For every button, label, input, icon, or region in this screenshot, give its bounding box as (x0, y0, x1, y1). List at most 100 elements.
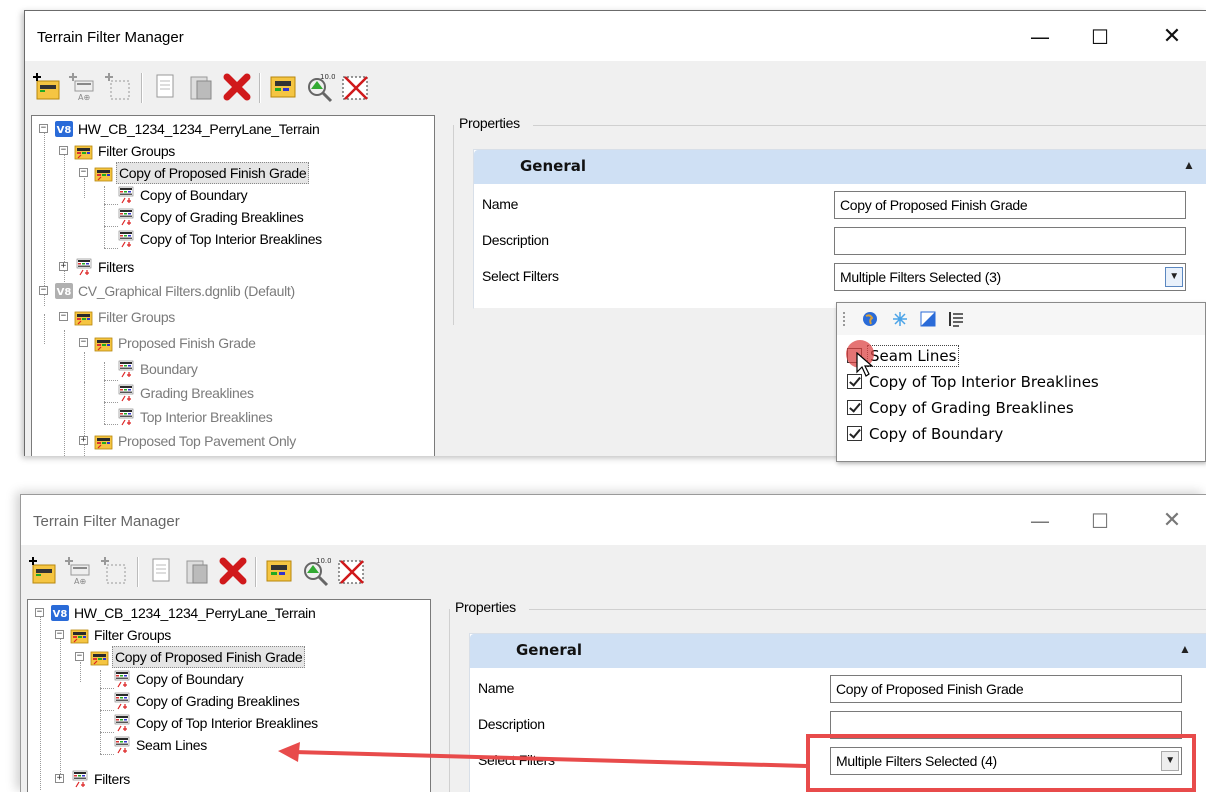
new-filter-icon[interactable]: A⊕ (67, 71, 99, 103)
new-filter-icon[interactable]: A⊕ (63, 555, 95, 587)
description-field[interactable] (834, 227, 1186, 255)
new-filter-group-icon[interactable] (27, 555, 59, 587)
zoom-filter-icon[interactable]: 10.0 (303, 71, 335, 103)
collapse-toggle[interactable]: − (79, 338, 88, 347)
tree-node-copy-of-top-interior-breaklines[interactable]: Copy of Top Interior Breaklines (32, 228, 432, 250)
zoom-filter-icon[interactable]: 10.0 (299, 555, 331, 587)
name-field[interactable]: Copy of Proposed Finish Grade (834, 191, 1186, 219)
collapse-toggle[interactable]: − (79, 168, 88, 177)
chevron-up-icon[interactable]: ▲ (1182, 158, 1196, 172)
name-field[interactable]: Copy of Proposed Finish Grade (830, 675, 1182, 703)
globe-icon[interactable] (861, 310, 879, 328)
tree-label: Filter Groups (94, 627, 172, 643)
collapse-toggle[interactable]: − (35, 608, 44, 617)
filter-icon (116, 230, 136, 248)
tree-node-copy-of-proposed-finish-grade[interactable]: − Copy of Proposed Finish Grade (32, 162, 432, 184)
collapse-toggle[interactable]: − (39, 124, 48, 133)
invert-selection-icon[interactable] (919, 310, 937, 328)
tree-node-copy-of-proposed-finish-grade[interactable]: − Copy of Proposed Finish Grade (28, 646, 428, 668)
tree-label: Copy of Grading Breaklines (136, 693, 300, 709)
filter-icon (70, 770, 90, 788)
tree-node-filter-groups[interactable]: − Filter Groups (28, 624, 428, 646)
general-title: General (516, 641, 582, 659)
paste-icon[interactable] (185, 71, 217, 103)
delete-icon[interactable] (217, 555, 249, 587)
select-filters-popup: Seam Lines Copy of Top Interior Breaklin… (836, 302, 1206, 462)
svg-text:A⊕: A⊕ (78, 93, 90, 102)
collapse-toggle[interactable]: − (59, 146, 68, 155)
chevron-down-icon[interactable]: ▼ (1165, 267, 1183, 287)
svg-text:10.0: 10.0 (320, 73, 335, 81)
maximize-button[interactable]: ☐ (1080, 507, 1120, 535)
collapse-toggle[interactable]: − (55, 630, 64, 639)
select-all-icon[interactable] (891, 310, 909, 328)
copy-icon[interactable] (145, 555, 177, 587)
filter-preview-icon[interactable] (267, 71, 299, 103)
description-label: Description (478, 716, 545, 732)
minimize-button[interactable]: — (1020, 23, 1060, 51)
title-bar: Terrain Filter Manager — ☐ ✕ (21, 495, 1206, 545)
tree-node-copy-of-grading-breaklines[interactable]: Copy of Grading Breaklines (28, 690, 428, 712)
tree-node-copy-of-grading-breaklines[interactable]: Copy of Grading Breaklines (32, 206, 432, 228)
tree-label: Copy of Boundary (140, 187, 248, 203)
expand-toggle[interactable]: + (55, 774, 64, 783)
tree-node-proposed-top-pavement-only[interactable]: + Proposed Top Pavement Only (32, 430, 432, 452)
tree-label: Seam Lines (136, 737, 207, 753)
paste-icon[interactable] (181, 555, 213, 587)
new-empty-filter-icon[interactable] (99, 555, 131, 587)
filter-preview-icon[interactable] (263, 555, 295, 587)
tree-node-copy-of-boundary[interactable]: Copy of Boundary (28, 668, 428, 690)
tree-label: Filters (94, 771, 131, 787)
window-title: Terrain Filter Manager (37, 29, 184, 46)
filter-group-icon (74, 142, 94, 160)
annotation-arrow (278, 742, 807, 768)
tree-node-boundary[interactable]: Boundary (32, 358, 432, 380)
filter-icon (116, 360, 136, 378)
tree-node-grading-breaklines[interactable]: Grading Breaklines (32, 382, 432, 404)
minimize-button[interactable]: — (1020, 507, 1060, 535)
general-header[interactable]: General ▲ (474, 150, 1206, 184)
filter-group-icon (94, 334, 114, 352)
tree-node-proposed-finish-grade[interactable]: − Proposed Finish Grade (32, 332, 432, 354)
expand-toggle[interactable]: + (79, 436, 88, 445)
close-button[interactable]: ✕ (1152, 507, 1192, 535)
general-header[interactable]: General ▲ (470, 634, 1206, 668)
checkbox-checked[interactable] (847, 400, 862, 415)
clear-filter-icon[interactable] (335, 555, 367, 587)
copy-icon[interactable] (149, 71, 181, 103)
properties-group: Properties General ▲ Name Copy of Propos… (453, 115, 1206, 325)
v8-file-icon (54, 282, 74, 300)
filter-tree[interactable]: − HW_CB_1234_1234_PerryLane_Terrain − Fi… (31, 115, 435, 456)
tree-node-terrain[interactable]: − HW_CB_1234_1234_PerryLane_Terrain (32, 118, 432, 140)
checkbox-checked[interactable] (847, 426, 862, 441)
tree-label: Proposed Top Pavement Only (118, 433, 296, 449)
general-title: General (520, 157, 586, 175)
select-filters-dropdown[interactable]: Multiple Filters Selected (3) ▼ (834, 263, 1186, 291)
delete-icon[interactable] (221, 71, 253, 103)
collapse-toggle[interactable]: − (75, 652, 84, 661)
tree-label: Copy of Top Interior Breaklines (140, 231, 322, 247)
new-empty-filter-icon[interactable] (103, 71, 135, 103)
select-filters-value: Multiple Filters Selected (3) (840, 269, 1001, 285)
new-filter-group-icon[interactable] (31, 71, 63, 103)
tree-node-terrain[interactable]: − HW_CB_1234_1234_PerryLane_Terrain (28, 602, 428, 624)
collapse-toggle[interactable]: − (59, 312, 68, 321)
close-button[interactable]: ✕ (1152, 23, 1192, 51)
tree-node-graphical-filters-library[interactable]: − CV_Graphical Filters.dgnlib (Default) (32, 280, 432, 302)
list-options-icon[interactable] (947, 310, 965, 328)
chevron-up-icon[interactable]: ▲ (1178, 642, 1192, 656)
filter-icon (112, 692, 132, 710)
tree-label: Filters (98, 259, 135, 275)
tree-node-top-interior-breaklines[interactable]: Top Interior Breaklines (32, 406, 432, 428)
maximize-button[interactable]: ☐ (1080, 23, 1120, 51)
collapse-toggle[interactable]: − (39, 286, 48, 295)
tree-node-filters[interactable]: + Filters (32, 256, 432, 278)
clear-filter-icon[interactable] (339, 71, 371, 103)
tree-node-filter-groups[interactable]: − Filter Groups (32, 140, 432, 162)
expand-toggle[interactable]: + (59, 262, 68, 271)
window-title: Terrain Filter Manager (33, 513, 180, 530)
tree-node-copy-of-top-interior-breaklines[interactable]: Copy of Top Interior Breaklines (28, 712, 428, 734)
tree-node-filter-groups-2[interactable]: − Filter Groups (32, 306, 432, 328)
tree-label: CV_Graphical Filters.dgnlib (Default) (78, 283, 295, 299)
tree-node-copy-of-boundary[interactable]: Copy of Boundary (32, 184, 432, 206)
